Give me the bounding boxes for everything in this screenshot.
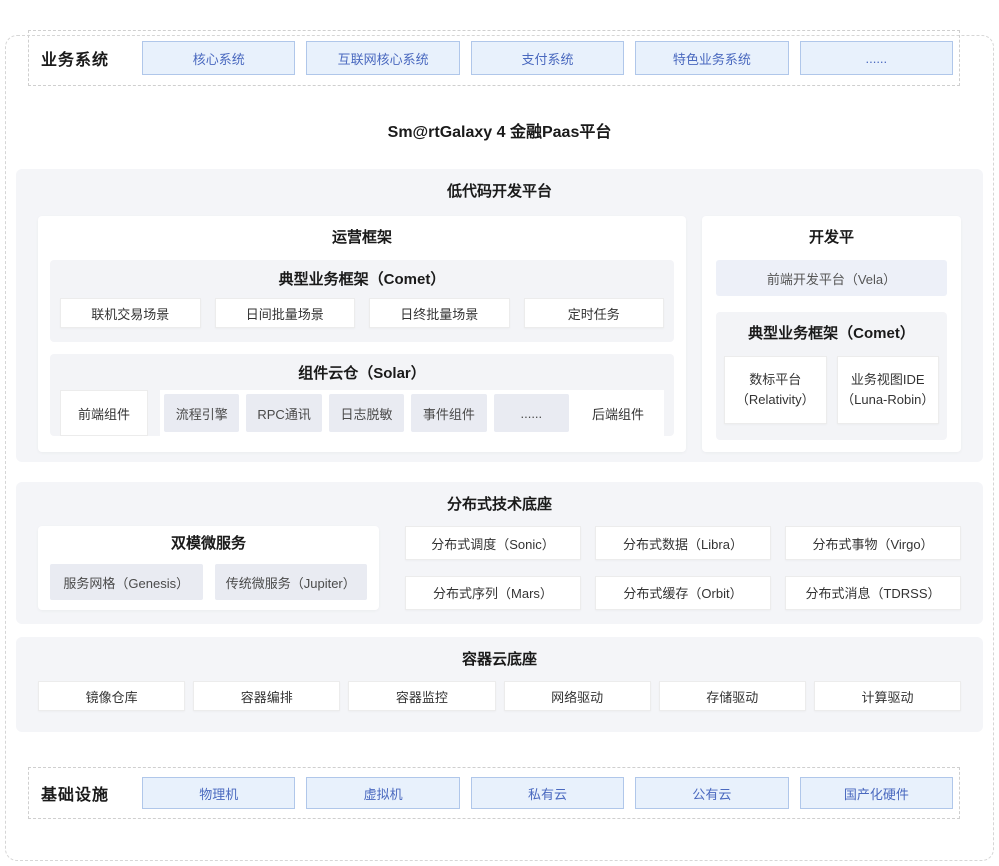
low-code-platform-body: 运营框架 典型业务框架（Comet） 联机交易场景 日间批量场景 日终批量场景 … (38, 216, 961, 452)
distributed-base-section: 分布式技术底座 双模微服务 服务网格（Genesis） 传统微服务（Jupite… (16, 482, 983, 624)
distributed-base-body: 双模微服务 服务网格（Genesis） 传统微服务（Jupiter） 分布式调度… (38, 526, 961, 610)
chip-storage-driver: 存储驱动 (659, 681, 806, 711)
infrastructure-chips: 物理机 虚拟机 私有云 公有云 国产化硬件 (142, 777, 953, 809)
solar-middle-strip: 流程引擎 RPC通讯 日志脱敏 事件组件 ...... 后端组件 (160, 390, 664, 436)
chip-relativity-platform: 数标平台 （Relativity） (724, 356, 827, 424)
chip-public-cloud: 公有云 (635, 777, 788, 809)
chip-service-mesh-genesis: 服务网格（Genesis） (50, 564, 203, 600)
distributed-services-grid: 分布式调度（Sonic） 分布式数据（Libra） 分布式事物（Virgo） 分… (405, 526, 961, 610)
chip-virtual-machine: 虚拟机 (306, 777, 459, 809)
comet-scenario-row: 联机交易场景 日间批量场景 日终批量场景 定时任务 (60, 298, 664, 328)
solar-component-panel: 组件云仓（Solar） 前端组件 流程引擎 RPC通讯 日志脱敏 事件组件 ..… (50, 354, 674, 436)
chip-physical-machine: 物理机 (142, 777, 295, 809)
chip-luna-robin-ide: 业务视图IDE （Luna-Robin） (837, 356, 940, 424)
solar-component-row: 前端组件 流程引擎 RPC通讯 日志脱敏 事件组件 ...... 后端组件 (60, 390, 664, 436)
chip-process-engine: 流程引擎 (164, 394, 239, 432)
chip-container-monitoring: 容器监控 (348, 681, 495, 711)
chip-more-components: ...... (494, 394, 569, 432)
dev-comet-title: 典型业务框架（Comet） (724, 322, 939, 346)
container-base-row: 镜像仓库 容器编排 容器监控 网络驱动 存储驱动 计算驱动 (38, 681, 961, 711)
dev-comet-panel: 典型业务框架（Comet） 数标平台 （Relativity） 业务视图IDE … (716, 312, 947, 440)
chip-private-cloud: 私有云 (471, 777, 624, 809)
chip-dist-scheduling-sonic: 分布式调度（Sonic） (405, 526, 581, 560)
operation-framework-title: 运营框架 (50, 226, 674, 250)
chip-relativity-line2: （Relativity） (736, 390, 815, 410)
dev-platform-title: 开发平 (714, 226, 949, 250)
chip-dist-data-libra: 分布式数据（Libra） (595, 526, 771, 560)
low-code-platform-section: 低代码开发平台 运营框架 典型业务框架（Comet） 联机交易场景 日间批量场景… (16, 169, 983, 462)
container-base-section: 容器云底座 镜像仓库 容器编排 容器监控 网络驱动 存储驱动 计算驱动 (16, 637, 983, 732)
business-systems-chips: 核心系统 互联网核心系统 支付系统 特色业务系统 ...... (142, 41, 953, 75)
chip-payment-system: 支付系统 (471, 41, 624, 75)
comet-framework-panel: 典型业务框架（Comet） 联机交易场景 日间批量场景 日终批量场景 定时任务 (50, 260, 674, 342)
dual-mode-microservice-box: 双模微服务 服务网格（Genesis） 传统微服务（Jupiter） (38, 526, 379, 610)
infrastructure-label: 基础设施 (35, 781, 142, 805)
dual-mode-row: 服务网格（Genesis） 传统微服务（Jupiter） (50, 564, 367, 600)
distributed-base-title: 分布式技术底座 (38, 494, 961, 516)
chip-core-system: 核心系统 (142, 41, 295, 75)
dev-comet-row: 数标平台 （Relativity） 业务视图IDE （Luna-Robin） (724, 356, 939, 424)
solar-component-title: 组件云仓（Solar） (60, 362, 664, 386)
chip-luna-robin-line2: （Luna-Robin） (841, 390, 934, 410)
chip-luna-robin-line1: 业务视图IDE (851, 370, 925, 390)
chip-dist-sequence-mars: 分布式序列（Mars） (405, 576, 581, 610)
chip-network-driver: 网络驱动 (504, 681, 651, 711)
chip-image-registry: 镜像仓库 (38, 681, 185, 711)
chip-daytime-batch-scene: 日间批量场景 (215, 298, 356, 328)
chip-event-component: 事件组件 (411, 394, 486, 432)
chip-vela-frontend-platform: 前端开发平台（Vela） (716, 260, 947, 296)
chip-relativity-line1: 数标平台 (749, 370, 801, 390)
low-code-platform-title: 低代码开发平台 (38, 181, 961, 203)
chip-internet-core-system: 互联网核心系统 (306, 41, 459, 75)
comet-framework-title: 典型业务框架（Comet） (60, 268, 664, 292)
operation-framework-box: 运营框架 典型业务框架（Comet） 联机交易场景 日间批量场景 日终批量场景 … (38, 216, 686, 452)
chip-online-trading-scene: 联机交易场景 (60, 298, 201, 328)
chip-compute-driver: 计算驱动 (814, 681, 961, 711)
chip-dist-transaction-virgo: 分布式事物（Virgo） (785, 526, 961, 560)
business-systems-label: 业务系统 (35, 46, 142, 70)
chip-frontend-component: 前端组件 (60, 390, 148, 436)
page-title: Sm@rtGalaxy 4 金融Paas平台 (0, 118, 999, 142)
business-systems-row: 业务系统 核心系统 互联网核心系统 支付系统 特色业务系统 ...... (28, 30, 960, 86)
chip-scheduled-task: 定时任务 (524, 298, 665, 328)
chip-dist-message-tdrss: 分布式消息（TDRSS） (785, 576, 961, 610)
infrastructure-row: 基础设施 物理机 虚拟机 私有云 公有云 国产化硬件 (28, 767, 960, 819)
chip-traditional-microservice-jupiter: 传统微服务（Jupiter） (215, 564, 368, 600)
chip-special-business-system: 特色业务系统 (635, 41, 788, 75)
chip-more-systems: ...... (800, 41, 953, 75)
chip-backend-component: 后端组件 (576, 404, 660, 423)
chip-container-orchestration: 容器编排 (193, 681, 340, 711)
chip-eod-batch-scene: 日终批量场景 (369, 298, 510, 328)
chip-domestic-hardware: 国产化硬件 (800, 777, 953, 809)
chip-log-masking: 日志脱敏 (329, 394, 404, 432)
chip-rpc-comm: RPC通讯 (246, 394, 321, 432)
dev-platform-box: 开发平 前端开发平台（Vela） 典型业务框架（Comet） 数标平台 （Rel… (702, 216, 961, 452)
container-base-title: 容器云底座 (38, 649, 961, 671)
dual-mode-title: 双模微服务 (50, 532, 367, 556)
chip-dist-cache-orbit: 分布式缓存（Orbit） (595, 576, 771, 610)
